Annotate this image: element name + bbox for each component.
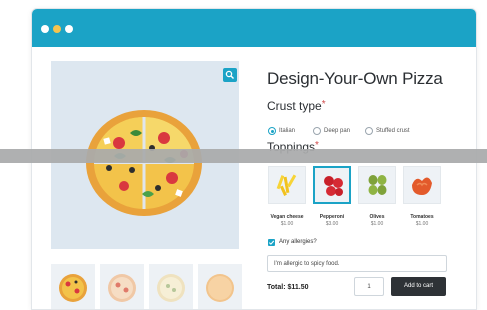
crust-option-label: Italian (279, 128, 296, 134)
pizza-thumbnail-icon (206, 274, 234, 302)
pizza-thumbnail-icon (59, 274, 87, 302)
window-dot-icon (65, 25, 73, 33)
topping-price: $3.00 (325, 221, 339, 227)
quantity-input[interactable]: 1 (354, 277, 384, 296)
crust-option-italian[interactable]: Italian (268, 127, 295, 137)
thumbnail-4[interactable] (198, 264, 242, 309)
topping-pepperoni[interactable] (313, 166, 351, 204)
topping-price: $1.00 (415, 221, 429, 227)
radio-icon (313, 127, 321, 135)
topping-name: Vegan cheese (270, 214, 304, 220)
topping-name: Tomatoes (410, 214, 434, 220)
topping-name: Olives (369, 214, 385, 220)
cheese-icon (276, 174, 297, 196)
zoom-button[interactable] (223, 68, 237, 82)
thumbnail-2[interactable] (100, 264, 144, 309)
checkmark-icon (268, 240, 275, 245)
window-dot-icon (41, 25, 49, 33)
magnifier-icon (225, 70, 234, 79)
thumbnail-3[interactable] (149, 264, 193, 309)
topping-vegan-cheese[interactable] (268, 166, 306, 204)
olives-icon (368, 175, 387, 195)
topping-price: $1.00 (370, 221, 384, 227)
pepperoni-icon (324, 176, 343, 196)
thumbnail-1[interactable] (51, 264, 95, 309)
window-titlebar (32, 9, 476, 47)
product-title: Design-Your-Own Pizza (267, 69, 443, 88)
allergies-input[interactable]: I'm allergic to spicy food. (267, 255, 447, 272)
pizza-thumbnail-icon (157, 274, 185, 302)
tomatoes-icon (412, 177, 432, 195)
add-to-cart-button[interactable]: Add to cart (391, 277, 446, 296)
topping-name: Pepperoni (319, 214, 345, 220)
pizza-image (84, 108, 204, 223)
crust-option-label: Stuffed crust (376, 128, 410, 134)
topping-olives[interactable] (358, 166, 396, 204)
crust-option-label: Deep pan (324, 128, 351, 134)
crust-option-deep-pan[interactable]: Deep pan (313, 127, 350, 137)
topping-tomatoes[interactable] (403, 166, 441, 204)
radio-icon (365, 127, 373, 135)
allergies-checkbox[interactable] (268, 239, 275, 246)
window-dot-icon (53, 25, 61, 33)
pizza-thumbnail-icon (108, 274, 136, 302)
total-price: Total: $11.50 (267, 284, 309, 291)
crust-label: Crust type (267, 99, 322, 113)
allergies-label: Any allergies? (279, 239, 317, 245)
topping-price: $1.00 (280, 221, 294, 227)
crust-heading: Crust type* (267, 99, 326, 113)
overlay-band (0, 149, 487, 163)
radio-selected-icon (268, 127, 276, 135)
crust-option-stuffed[interactable]: Stuffed crust (365, 127, 410, 137)
required-mark: * (321, 99, 326, 110)
